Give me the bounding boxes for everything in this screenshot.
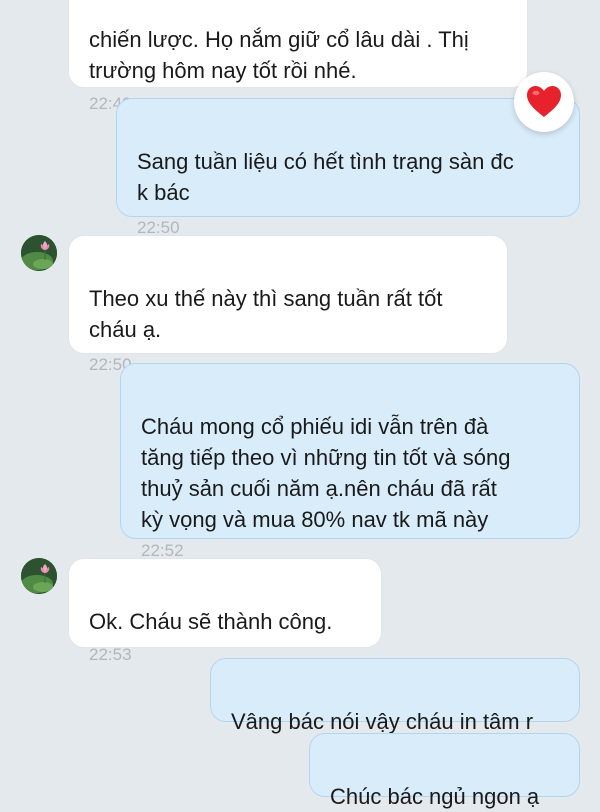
message-bubble-outgoing[interactable]: Chúc bác ngủ ngon ạ xyxy=(309,733,580,809)
message-text: chiến lược. Họ nắm giữ cổ lâu dài . Thị … xyxy=(89,27,469,83)
message-text: Sang tuần liệu có hết tình trạng sàn đc … xyxy=(137,149,514,205)
message-bubble-outgoing[interactable]: Sang tuần liệu có hết tình trạng sàn đc … xyxy=(116,98,580,237)
message-bubble-outgoing[interactable]: Cháu mong cổ phiếu idi vẫn trên đà tăng … xyxy=(120,363,580,560)
message-text: Theo xu thế này thì sang tuần rất tốt ch… xyxy=(89,286,443,342)
message-bubble-incoming[interactable]: Theo xu thế này thì sang tuần rất tốt ch… xyxy=(68,235,508,374)
reaction-badge[interactable] xyxy=(514,72,574,132)
lotus-avatar-image xyxy=(21,235,57,271)
message-text: Chúc bác ngủ ngon ạ xyxy=(330,784,540,809)
heart-icon xyxy=(527,86,561,117)
message-text: Cháu mong cổ phiếu idi vẫn trên đà tăng … xyxy=(141,414,511,532)
lotus-avatar-image xyxy=(21,558,57,594)
avatar[interactable] xyxy=(21,235,57,271)
message-bubble-outgoing[interactable]: Vâng bác nói vậy cháu in tâm r xyxy=(210,658,580,734)
message-bubble-incoming[interactable]: chiến lược. Họ nắm giữ cổ lâu dài . Thị … xyxy=(68,0,528,113)
avatar[interactable] xyxy=(21,558,57,594)
message-text: Vâng bác nói vậy cháu in tâm r xyxy=(231,709,534,734)
message-bubble-incoming[interactable]: Ok. Cháu sẽ thành công. 22:53 xyxy=(68,558,382,664)
message-text: Ok. Cháu sẽ thành công. xyxy=(89,609,333,634)
